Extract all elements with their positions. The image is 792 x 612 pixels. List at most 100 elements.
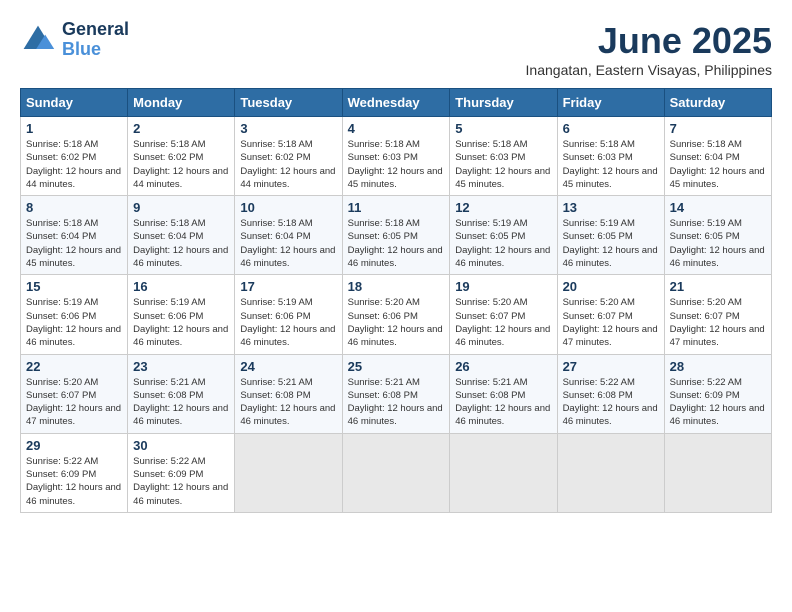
- weekday-header-sunday: Sunday: [21, 89, 128, 117]
- day-number: 30: [133, 438, 229, 453]
- calendar-cell: 4 Sunrise: 5:18 AMSunset: 6:03 PMDaylight…: [342, 117, 450, 196]
- day-number: 2: [133, 121, 229, 136]
- calendar-cell: 16 Sunrise: 5:19 AMSunset: 6:06 PMDayligh…: [128, 275, 235, 354]
- calendar-cell: 15 Sunrise: 5:19 AMSunset: 6:06 PMDayligh…: [21, 275, 128, 354]
- day-info: Sunrise: 5:20 AMSunset: 6:06 PMDaylight:…: [348, 296, 445, 349]
- day-info: Sunrise: 5:18 AMSunset: 6:04 PMDaylight:…: [133, 217, 229, 270]
- day-info: Sunrise: 5:18 AMSunset: 6:02 PMDaylight:…: [26, 138, 122, 191]
- title-area: June 2025 Inangatan, Eastern Visayas, Ph…: [526, 20, 772, 78]
- day-number: 18: [348, 279, 445, 294]
- calendar-cell: 21 Sunrise: 5:20 AMSunset: 6:07 PMDayligh…: [664, 275, 771, 354]
- day-info: Sunrise: 5:18 AMSunset: 6:03 PMDaylight:…: [563, 138, 659, 191]
- calendar-cell: 23Sunrise: 5:21 AMSunset: 6:08 PMDayligh…: [128, 354, 235, 433]
- calendar-week-row: 29 Sunrise: 5:22 AMSunset: 6:09 PMDayligh…: [21, 433, 772, 512]
- day-info: Sunrise: 5:22 AMSunset: 6:09 PMDaylight:…: [133, 455, 229, 508]
- day-number: 8: [26, 200, 122, 215]
- day-info: Sunrise: 5:18 AMSunset: 6:03 PMDaylight:…: [348, 138, 445, 191]
- location-title: Inangatan, Eastern Visayas, Philippines: [526, 62, 772, 78]
- day-info: Sunrise: 5:21 AMSunset: 6:08 PMDaylight:…: [455, 376, 551, 429]
- calendar-cell: [235, 433, 342, 512]
- calendar-cell: 2 Sunrise: 5:18 AMSunset: 6:02 PMDaylight…: [128, 117, 235, 196]
- day-info: Sunrise: 5:19 AMSunset: 6:06 PMDaylight:…: [240, 296, 336, 349]
- calendar-table: SundayMondayTuesdayWednesdayThursdayFrid…: [20, 88, 772, 513]
- day-info: Sunrise: 5:18 AMSunset: 6:03 PMDaylight:…: [455, 138, 551, 191]
- day-number: 27: [563, 359, 659, 374]
- calendar-week-row: 8 Sunrise: 5:18 AMSunset: 6:04 PMDaylight…: [21, 196, 772, 275]
- day-number: 21: [670, 279, 766, 294]
- calendar-cell: 6 Sunrise: 5:18 AMSunset: 6:03 PMDaylight…: [557, 117, 664, 196]
- day-info: Sunrise: 5:19 AMSunset: 6:06 PMDaylight:…: [26, 296, 122, 349]
- calendar-cell: 29 Sunrise: 5:22 AMSunset: 6:09 PMDayligh…: [21, 433, 128, 512]
- day-info: Sunrise: 5:18 AMSunset: 6:04 PMDaylight:…: [240, 217, 336, 270]
- calendar-cell: 19Sunrise: 5:20 AMSunset: 6:07 PMDayligh…: [450, 275, 557, 354]
- day-info: Sunrise: 5:22 AMSunset: 6:09 PMDaylight:…: [26, 455, 122, 508]
- day-info: Sunrise: 5:18 AMSunset: 6:05 PMDaylight:…: [348, 217, 445, 270]
- day-number: 15: [26, 279, 122, 294]
- day-number: 29: [26, 438, 122, 453]
- day-info: Sunrise: 5:19 AMSunset: 6:06 PMDaylight:…: [133, 296, 229, 349]
- calendar-cell: 14 Sunrise: 5:19 AMSunset: 6:05 PMDayligh…: [664, 196, 771, 275]
- day-number: 7: [670, 121, 766, 136]
- calendar-cell: 8Sunrise: 5:18 AMSunset: 6:04 PMDaylight…: [21, 196, 128, 275]
- day-number: 16: [133, 279, 229, 294]
- day-number: 28: [670, 359, 766, 374]
- day-number: 19: [455, 279, 551, 294]
- page-header: General Blue June 2025 Inangatan, Easter…: [20, 20, 772, 78]
- calendar-cell: 20Sunrise: 5:20 AMSunset: 6:07 PMDayligh…: [557, 275, 664, 354]
- day-number: 25: [348, 359, 445, 374]
- calendar-week-row: 1 Sunrise: 5:18 AMSunset: 6:02 PMDaylight…: [21, 117, 772, 196]
- calendar-cell: 27 Sunrise: 5:22 AMSunset: 6:08 PMDayligh…: [557, 354, 664, 433]
- day-info: Sunrise: 5:19 AMSunset: 6:05 PMDaylight:…: [670, 217, 766, 270]
- calendar-cell: 10Sunrise: 5:18 AMSunset: 6:04 PMDayligh…: [235, 196, 342, 275]
- calendar-cell: 25Sunrise: 5:21 AMSunset: 6:08 PMDayligh…: [342, 354, 450, 433]
- calendar-cell: 30 Sunrise: 5:22 AMSunset: 6:09 PMDayligh…: [128, 433, 235, 512]
- calendar-cell: 1 Sunrise: 5:18 AMSunset: 6:02 PMDaylight…: [21, 117, 128, 196]
- calendar-week-row: 22 Sunrise: 5:20 AMSunset: 6:07 PMDayligh…: [21, 354, 772, 433]
- calendar-cell: 13 Sunrise: 5:19 AMSunset: 6:05 PMDayligh…: [557, 196, 664, 275]
- day-info: Sunrise: 5:21 AMSunset: 6:08 PMDaylight:…: [133, 376, 229, 429]
- calendar-cell: [664, 433, 771, 512]
- day-info: Sunrise: 5:18 AMSunset: 6:02 PMDaylight:…: [240, 138, 336, 191]
- calendar-cell: [557, 433, 664, 512]
- day-info: Sunrise: 5:19 AMSunset: 6:05 PMDaylight:…: [455, 217, 551, 270]
- day-number: 12: [455, 200, 551, 215]
- day-number: 4: [348, 121, 445, 136]
- day-number: 17: [240, 279, 336, 294]
- calendar-cell: 3Sunrise: 5:18 AMSunset: 6:02 PMDaylight…: [235, 117, 342, 196]
- calendar-week-row: 15 Sunrise: 5:19 AMSunset: 6:06 PMDayligh…: [21, 275, 772, 354]
- day-number: 6: [563, 121, 659, 136]
- day-number: 1: [26, 121, 122, 136]
- day-info: Sunrise: 5:22 AMSunset: 6:09 PMDaylight:…: [670, 376, 766, 429]
- day-number: 13: [563, 200, 659, 215]
- day-number: 20: [563, 279, 659, 294]
- logo: General Blue: [20, 20, 129, 60]
- day-number: 9: [133, 200, 229, 215]
- weekday-header-thursday: Thursday: [450, 89, 557, 117]
- day-info: Sunrise: 5:20 AMSunset: 6:07 PMDaylight:…: [670, 296, 766, 349]
- day-info: Sunrise: 5:22 AMSunset: 6:08 PMDaylight:…: [563, 376, 659, 429]
- calendar-cell: [450, 433, 557, 512]
- calendar-cell: 24Sunrise: 5:21 AMSunset: 6:08 PMDayligh…: [235, 354, 342, 433]
- day-number: 22: [26, 359, 122, 374]
- calendar-cell: 11 Sunrise: 5:18 AMSunset: 6:05 PMDayligh…: [342, 196, 450, 275]
- day-info: Sunrise: 5:18 AMSunset: 6:02 PMDaylight:…: [133, 138, 229, 191]
- calendar-cell: 7 Sunrise: 5:18 AMSunset: 6:04 PMDaylight…: [664, 117, 771, 196]
- calendar-cell: 5 Sunrise: 5:18 AMSunset: 6:03 PMDaylight…: [450, 117, 557, 196]
- day-info: Sunrise: 5:19 AMSunset: 6:05 PMDaylight:…: [563, 217, 659, 270]
- day-info: Sunrise: 5:18 AMSunset: 6:04 PMDaylight:…: [670, 138, 766, 191]
- day-info: Sunrise: 5:20 AMSunset: 6:07 PMDaylight:…: [26, 376, 122, 429]
- day-info: Sunrise: 5:21 AMSunset: 6:08 PMDaylight:…: [240, 376, 336, 429]
- day-number: 11: [348, 200, 445, 215]
- calendar-cell: 26 Sunrise: 5:21 AMSunset: 6:08 PMDayligh…: [450, 354, 557, 433]
- logo-text: General Blue: [62, 20, 129, 60]
- calendar-cell: 18 Sunrise: 5:20 AMSunset: 6:06 PMDayligh…: [342, 275, 450, 354]
- weekday-header-friday: Friday: [557, 89, 664, 117]
- calendar-cell: 28 Sunrise: 5:22 AMSunset: 6:09 PMDayligh…: [664, 354, 771, 433]
- day-number: 5: [455, 121, 551, 136]
- day-number: 26: [455, 359, 551, 374]
- calendar-cell: 17 Sunrise: 5:19 AMSunset: 6:06 PMDayligh…: [235, 275, 342, 354]
- day-number: 14: [670, 200, 766, 215]
- weekday-header-row: SundayMondayTuesdayWednesdayThursdayFrid…: [21, 89, 772, 117]
- month-title: June 2025: [526, 20, 772, 62]
- weekday-header-saturday: Saturday: [664, 89, 771, 117]
